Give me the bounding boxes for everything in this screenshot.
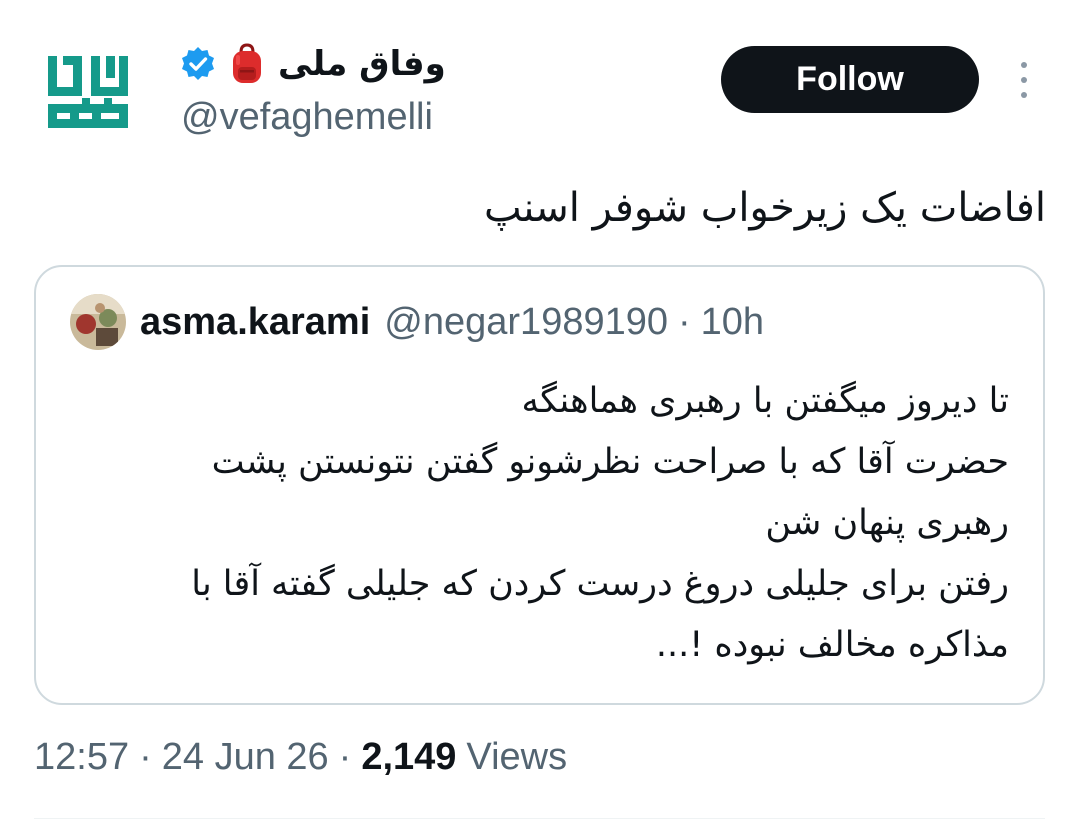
verified-badge-icon (180, 46, 216, 82)
tweet-date[interactable]: 24 Jun 26 (162, 736, 329, 779)
quoted-author-avatar[interactable] (70, 294, 126, 350)
more-dot (1021, 77, 1027, 83)
follow-button[interactable]: Follow (721, 46, 979, 113)
more-dot (1021, 92, 1027, 98)
author-display-name[interactable]: وفاق ملی (278, 44, 446, 84)
author-handle[interactable]: @vefaghemelli (181, 96, 433, 139)
quoted-author-handle[interactable]: @negar1989190 (384, 301, 668, 344)
more-vertical-icon[interactable] (1012, 62, 1036, 98)
views-label: Views (466, 735, 568, 778)
separator-dot: · (139, 735, 152, 778)
separator-dot: · (338, 735, 352, 778)
more-dot (1021, 62, 1027, 68)
separator-dot: · (678, 300, 691, 343)
quoted-text-line: رهبری پنهان شن (765, 503, 1009, 543)
backpack-icon (230, 43, 264, 85)
views-count[interactable]: 2,149 (361, 736, 456, 779)
quoted-author-name[interactable]: asma.karami (140, 301, 370, 344)
tweet-meta: 12:57 · 24 Jun 26 · 2,149 Views (34, 728, 567, 786)
quoted-tweet-text: تا دیروز میگفتن با رهبری هماهنگه حضرت آق… (69, 371, 1009, 676)
quoted-tweet-card[interactable]: asma.karami @negar1989190 · 10h تا دیروز… (34, 265, 1045, 705)
quoted-tweet-time[interactable]: 10h (701, 301, 764, 344)
tweet-text: افاضات یک زیرخواب شوفر اسنپ (483, 185, 1046, 231)
quoted-text-line: رفتن برای جلیلی دروغ درست کردن که جلیلی … (191, 564, 1009, 604)
tweet-time[interactable]: 12:57 (34, 736, 129, 779)
quoted-text-line: تا دیروز میگفتن با رهبری هماهنگه (521, 381, 1009, 421)
quoted-tweet-header: asma.karami @negar1989190 · 10h (70, 291, 764, 353)
quoted-text-line: حضرت آقا که با صراحت نظرشونو گفتن نتونست… (211, 442, 1009, 482)
quoted-text-line: مذاکره مخالف نبوده !... (655, 625, 1009, 665)
vefagh-melli-logo-icon[interactable] (46, 52, 130, 130)
author-name-row[interactable]: وفاق ملی (180, 36, 446, 92)
divider (34, 818, 1045, 819)
